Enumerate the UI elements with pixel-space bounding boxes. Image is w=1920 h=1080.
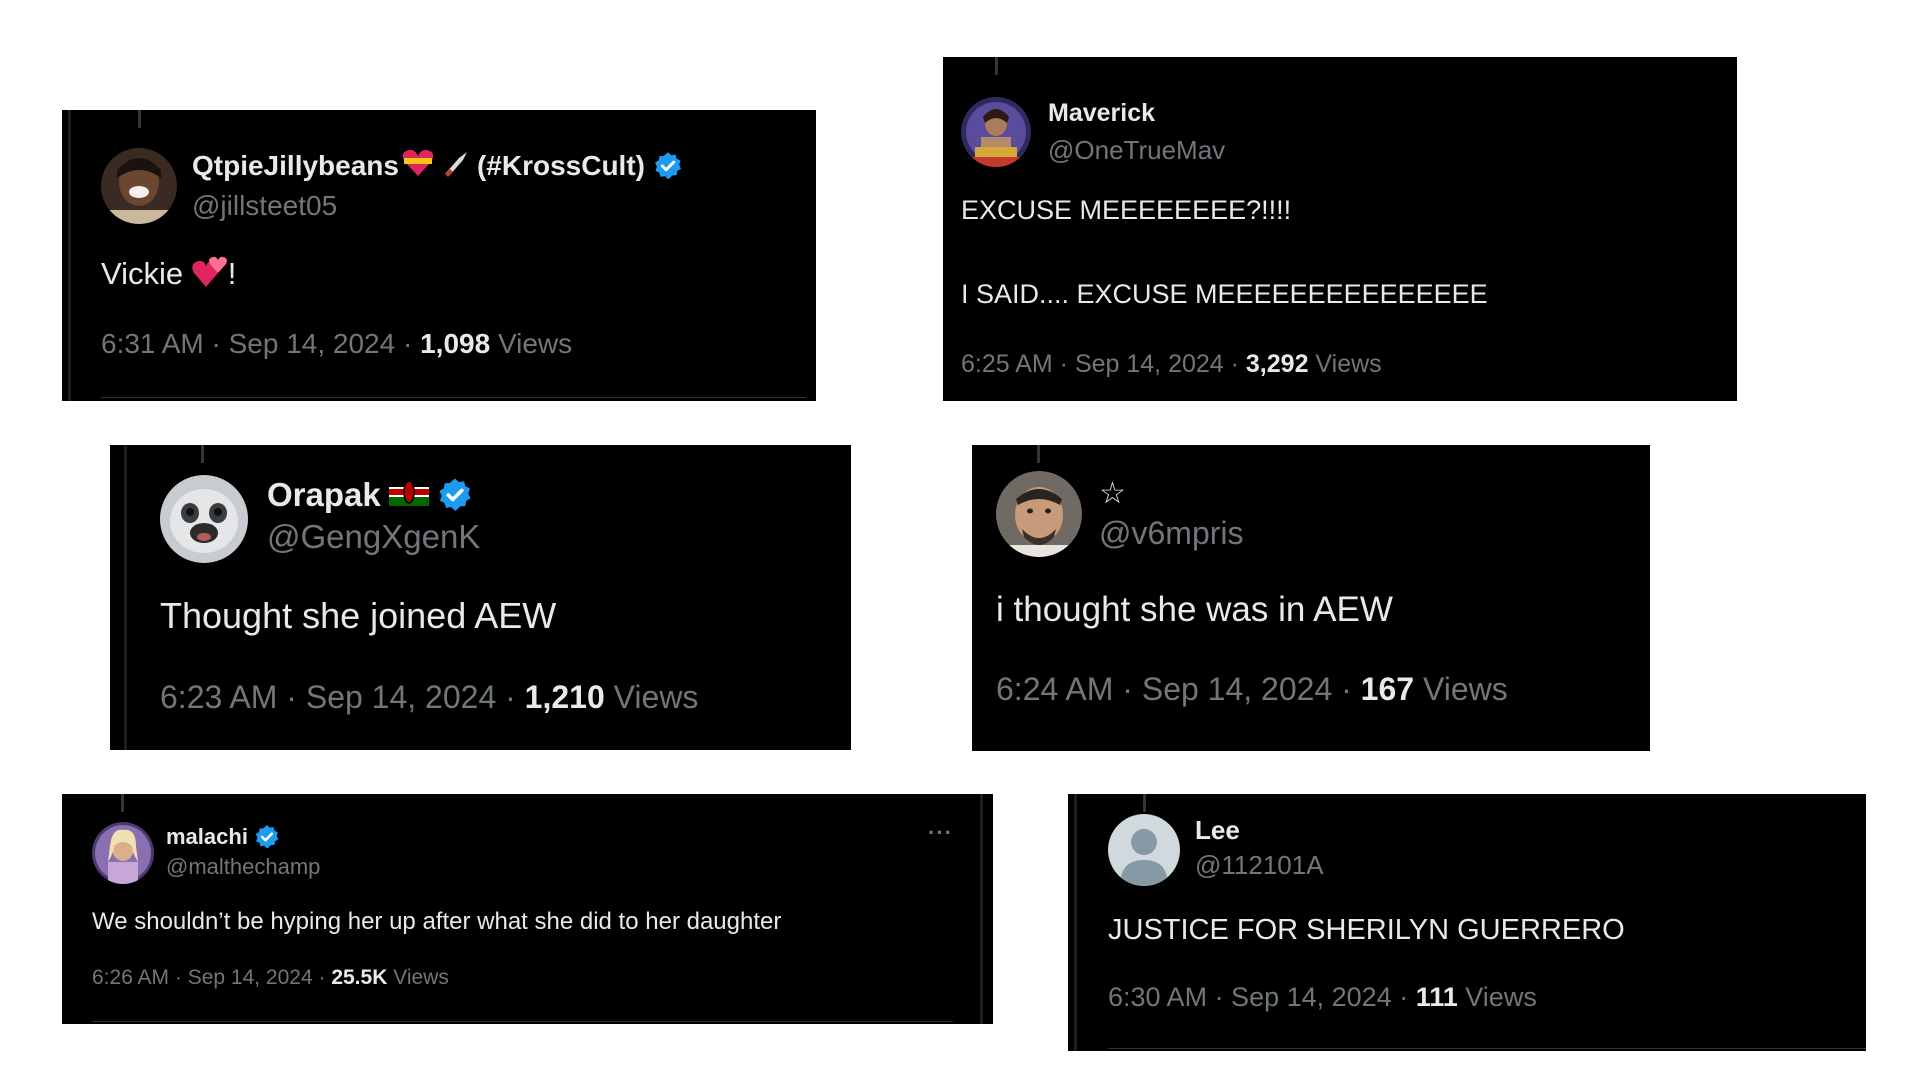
tweet-text: JUSTICE FOR SHERILYN GUERRERO (1108, 914, 1625, 946)
thread-rule (1074, 794, 1077, 1051)
views-label: Views (387, 966, 449, 989)
tweet-meta: 6:30 AM · Sep 14, 2024 · 111 Views (1108, 982, 1537, 1013)
tweet-text: i thought she was in AEW (996, 590, 1393, 629)
tweet-timestamp[interactable]: 6:24 AM · Sep 14, 2024 · (996, 671, 1361, 707)
verified-badge-icon (437, 477, 473, 513)
author-name[interactable]: ☆ (1099, 476, 1126, 511)
tweet-card-lee[interactable]: Lee @112101A JUSTICE FOR SHERILYN GUERRE… (1068, 794, 1866, 1051)
knife-emoji-icon (441, 148, 471, 185)
tweet-text: Vickie ! (101, 255, 236, 297)
avatar-image (160, 475, 248, 563)
views-count: 1,210 (524, 679, 605, 715)
views-count: 1,098 (420, 328, 491, 359)
thread-connector (201, 445, 204, 463)
tweet-timestamp[interactable]: 6:25 AM · Sep 14, 2024 · (961, 350, 1246, 378)
avatar[interactable] (1108, 814, 1180, 886)
author-handle[interactable]: @112101A (1195, 850, 1324, 881)
avatar-image (101, 148, 177, 224)
tweet-card-malachi[interactable]: malachi @malthechamp ··· We shouldn’t be… (62, 794, 993, 1024)
views-label: Views (604, 679, 699, 715)
thread-rule (124, 445, 127, 750)
views-count: 25.5K (331, 966, 388, 989)
thread-connector (1037, 445, 1040, 463)
tweet-card-qtpie[interactable]: QtpieJillybeans (#KrossCult) @jillsteet0… (62, 110, 816, 401)
avatar[interactable] (961, 97, 1031, 167)
tweet-card-maverick[interactable]: Maverick @OneTrueMav EXCUSE MEEEEEEEE?!!… (943, 57, 1737, 401)
author-name[interactable]: Orapak (267, 476, 381, 514)
avatar[interactable] (101, 148, 177, 224)
views-label: Views (1457, 982, 1537, 1012)
author-row: Maverick (1048, 97, 1155, 129)
tweet-meta: 6:25 AM · Sep 14, 2024 · 3,292 Views (961, 350, 1382, 379)
default-avatar-icon (1108, 814, 1180, 886)
author-name[interactable]: malachi (166, 824, 248, 850)
tweet-card-orapak[interactable]: Orapak @GengXgenK Thought she joined AEW… (110, 445, 851, 750)
views-count: 111 (1415, 982, 1458, 1012)
tweet-text: Thought she joined AEW (160, 595, 557, 636)
tweet-text-line-1: EXCUSE MEEEEEEEE?!!!! (961, 195, 1292, 225)
more-options-icon[interactable]: ··· (928, 820, 953, 846)
views-count: 3,292 (1245, 350, 1309, 378)
divider (101, 397, 806, 398)
author-row: QtpieJillybeans (#KrossCult) (192, 148, 683, 184)
author-name[interactable]: QtpieJillybeans (192, 150, 399, 182)
author-handle[interactable]: @jillsteet05 (192, 190, 337, 222)
verified-badge-icon (653, 151, 683, 181)
views-label: Views (1308, 350, 1382, 378)
tweet-timestamp[interactable]: 6:30 AM · Sep 14, 2024 · (1108, 982, 1416, 1012)
author-row: Orapak (267, 475, 473, 515)
author-handle[interactable]: @GengXgenK (267, 518, 480, 556)
author-row: malachi (166, 822, 280, 852)
tweet-timestamp[interactable]: 6:23 AM · Sep 14, 2024 · (160, 679, 525, 715)
author-handle[interactable]: @v6mpris (1099, 515, 1244, 552)
tweet-meta: 6:31 AM · Sep 14, 2024 · 1,098 Views (101, 328, 572, 360)
views-count: 167 (1360, 671, 1415, 707)
tweet-meta: 6:23 AM · Sep 14, 2024 · 1,210 Views (160, 679, 698, 716)
views-label: Views (1414, 671, 1508, 707)
author-row: ☆ (1099, 475, 1126, 511)
avatar[interactable] (996, 471, 1082, 557)
tweet-timestamp[interactable]: 6:26 AM · Sep 14, 2024 · (92, 966, 331, 989)
kenya-flag-icon (388, 476, 429, 514)
two-hearts-emoji-icon (192, 255, 228, 297)
author-row: Lee (1195, 814, 1240, 846)
thread-rule (980, 794, 983, 1024)
avatar[interactable] (92, 822, 154, 884)
thread-connector (1143, 794, 1146, 812)
thread-rule (68, 110, 71, 401)
avatar-image (996, 471, 1082, 557)
divider (92, 1021, 953, 1022)
thread-connector (138, 110, 141, 128)
tweet-meta: 6:24 AM · Sep 14, 2024 · 167 Views (996, 671, 1508, 708)
tweet-text: We shouldn’t be hyping her up after what… (92, 908, 782, 935)
divider (1108, 1048, 1866, 1049)
tweet-text-end: ! (227, 256, 237, 292)
tweet-text-line-2: I SAID.... EXCUSE MEEEEEEEEEEEEEEE (961, 279, 1488, 309)
avatar-image (961, 97, 1031, 167)
author-name[interactable]: Maverick (1048, 99, 1155, 128)
thread-connector (995, 57, 998, 75)
tweet-text-main: Vickie (101, 256, 184, 292)
tweet-timestamp[interactable]: 6:31 AM · Sep 14, 2024 · (101, 328, 420, 359)
avatar-image (92, 822, 154, 884)
thread-connector (121, 794, 124, 812)
author-name[interactable]: Lee (1195, 815, 1240, 846)
avatar[interactable] (160, 475, 248, 563)
author-name-suffix: (#KrossCult) (476, 150, 645, 181)
author-handle[interactable]: @OneTrueMav (1048, 135, 1225, 166)
tweet-meta: 6:26 AM · Sep 14, 2024 · 25.5K Views (92, 966, 449, 990)
heart-emoji-icon (401, 148, 435, 185)
verified-badge-icon (254, 824, 280, 850)
views-label: Views (490, 328, 573, 359)
author-handle[interactable]: @malthechamp (166, 854, 320, 880)
tweet-card-v6mpris[interactable]: ☆ @v6mpris i thought she was in AEW 6:24… (972, 445, 1650, 751)
